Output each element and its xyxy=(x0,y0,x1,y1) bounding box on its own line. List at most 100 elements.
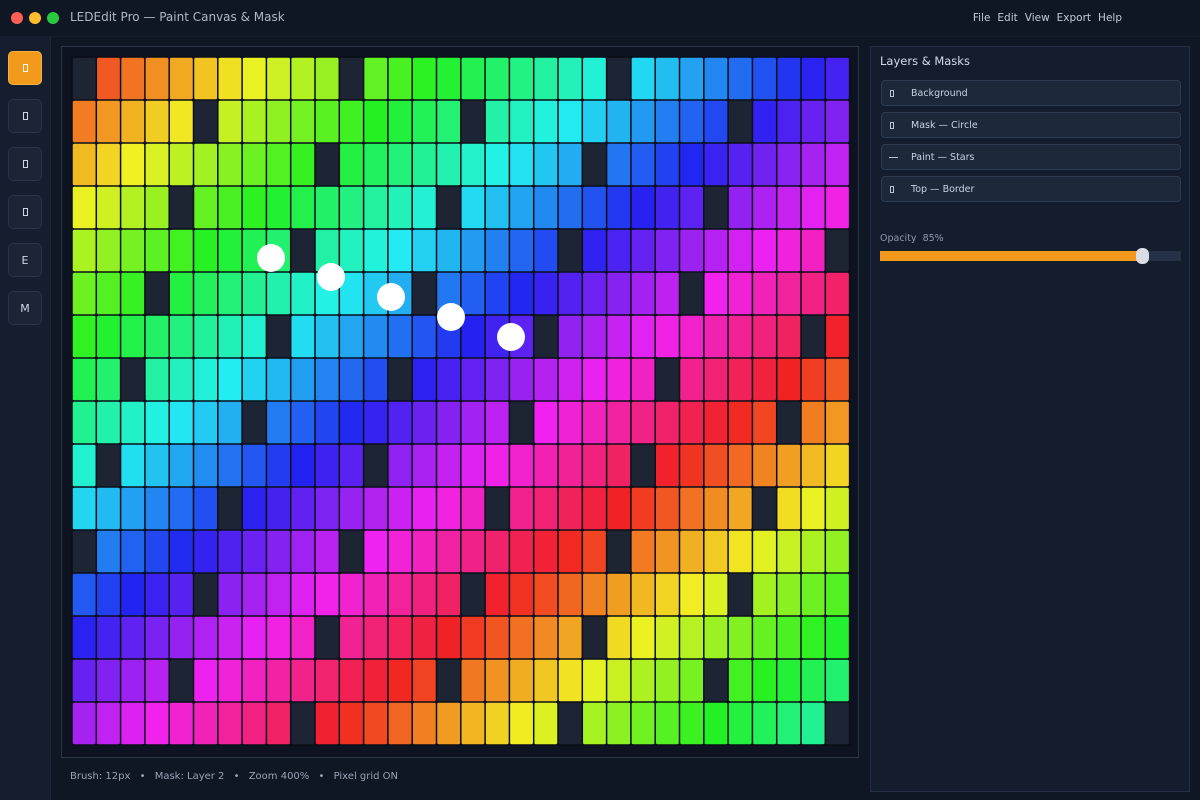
led-pixel[interactable] xyxy=(437,100,461,143)
led-pixel[interactable] xyxy=(510,229,533,272)
led-pixel[interactable] xyxy=(242,573,266,616)
led-pixel[interactable] xyxy=(583,57,606,100)
led-pixel[interactable] xyxy=(97,143,120,186)
led-pixel[interactable] xyxy=(485,401,509,444)
led-pixel[interactable] xyxy=(461,143,485,186)
led-pixel[interactable] xyxy=(655,186,679,229)
led-pixel[interactable] xyxy=(437,358,461,401)
led-pixel[interactable] xyxy=(97,401,120,444)
led-pixel[interactable] xyxy=(607,530,631,573)
led-pixel[interactable] xyxy=(583,487,606,530)
led-pixel[interactable] xyxy=(267,186,290,229)
led-pixel[interactable] xyxy=(194,659,218,702)
led-pixel[interactable] xyxy=(121,530,145,573)
led-pixel[interactable] xyxy=(315,616,339,659)
led-pixel[interactable] xyxy=(194,186,218,229)
led-pixel[interactable] xyxy=(388,573,412,616)
mask-tool-button[interactable] xyxy=(8,195,42,229)
led-pixel[interactable] xyxy=(680,659,704,702)
led-pixel[interactable] xyxy=(680,702,704,745)
led-pixel[interactable] xyxy=(510,143,533,186)
led-pixel[interactable] xyxy=(97,659,120,702)
led-pixel[interactable] xyxy=(534,229,558,272)
led-pixel[interactable] xyxy=(145,401,169,444)
led-pixel[interactable] xyxy=(583,100,606,143)
led-pixel[interactable] xyxy=(315,573,339,616)
led-pixel[interactable] xyxy=(412,229,436,272)
led-pixel[interactable] xyxy=(315,100,339,143)
led-pixel[interactable] xyxy=(194,616,218,659)
led-pixel[interactable] xyxy=(461,229,485,272)
led-pixel[interactable] xyxy=(728,702,752,745)
led-pixel[interactable] xyxy=(510,487,533,530)
led-pixel[interactable] xyxy=(72,573,96,616)
led-pixel[interactable] xyxy=(704,616,728,659)
led-pixel[interactable] xyxy=(364,315,388,358)
led-pixel[interactable] xyxy=(194,702,218,745)
led-pixel[interactable] xyxy=(315,444,339,487)
led-pixel[interactable] xyxy=(534,530,558,573)
menu-view[interactable]: View xyxy=(1025,12,1050,24)
led-pixel[interactable] xyxy=(753,100,776,143)
led-pixel[interactable] xyxy=(728,100,752,143)
led-pixel[interactable] xyxy=(291,401,315,444)
led-pixel[interactable] xyxy=(388,530,412,573)
led-pixel[interactable] xyxy=(315,358,339,401)
led-pixel[interactable] xyxy=(267,530,290,573)
led-pixel[interactable] xyxy=(242,358,266,401)
led-pixel[interactable] xyxy=(583,143,606,186)
led-pixel[interactable] xyxy=(510,358,533,401)
led-pixel[interactable] xyxy=(461,57,485,100)
led-pixel[interactable] xyxy=(777,573,801,616)
led-pixel[interactable] xyxy=(218,616,242,659)
led-pixel[interactable] xyxy=(583,272,606,315)
led-pixel[interactable] xyxy=(291,487,315,530)
led-pixel[interactable] xyxy=(169,229,193,272)
led-pixel[interactable] xyxy=(607,358,631,401)
led-pixel[interactable] xyxy=(218,444,242,487)
led-pixel[interactable] xyxy=(655,229,679,272)
maximize-window-button[interactable] xyxy=(47,12,59,24)
led-pixel[interactable] xyxy=(631,702,655,745)
led-pixel[interactable] xyxy=(680,100,704,143)
led-pixel[interactable] xyxy=(97,57,120,100)
led-pixel[interactable] xyxy=(753,659,776,702)
led-pixel[interactable] xyxy=(72,57,96,100)
led-pixel[interactable] xyxy=(777,358,801,401)
led-pixel[interactable] xyxy=(218,702,242,745)
led-pixel[interactable] xyxy=(291,57,315,100)
led-pixel[interactable] xyxy=(777,401,801,444)
led-pixel[interactable] xyxy=(704,358,728,401)
led-pixel[interactable] xyxy=(655,616,679,659)
led-pixel[interactable] xyxy=(412,444,436,487)
led-pixel[interactable] xyxy=(169,57,193,100)
led-pixel[interactable] xyxy=(291,186,315,229)
led-pixel[interactable] xyxy=(315,186,339,229)
led-pixel[interactable] xyxy=(753,487,776,530)
led-pixel[interactable] xyxy=(169,272,193,315)
led-pixel[interactable] xyxy=(485,444,509,487)
led-pixel[interactable] xyxy=(242,659,266,702)
led-pixel[interactable] xyxy=(801,702,825,745)
led-pixel[interactable] xyxy=(72,616,96,659)
led-pixel[interactable] xyxy=(753,143,776,186)
led-pixel[interactable] xyxy=(437,229,461,272)
led-pixel[interactable] xyxy=(801,444,825,487)
led-pixel[interactable] xyxy=(340,100,363,143)
led-pixel[interactable] xyxy=(97,272,120,315)
led-pixel[interactable] xyxy=(145,358,169,401)
led-pixel[interactable] xyxy=(826,702,849,745)
led-pixel[interactable] xyxy=(801,186,825,229)
led-pixel[interactable] xyxy=(461,444,485,487)
led-pixel[interactable] xyxy=(777,315,801,358)
led-pixel[interactable] xyxy=(826,229,849,272)
fill-tool-button[interactable] xyxy=(8,99,42,133)
led-pixel[interactable] xyxy=(461,401,485,444)
led-pixel[interactable] xyxy=(340,143,363,186)
led-pixel[interactable] xyxy=(72,530,96,573)
led-pixel[interactable] xyxy=(315,143,339,186)
led-pixel[interactable] xyxy=(364,444,388,487)
led-pixel[interactable] xyxy=(121,616,145,659)
led-pixel[interactable] xyxy=(583,315,606,358)
led-pixel[interactable] xyxy=(218,229,242,272)
